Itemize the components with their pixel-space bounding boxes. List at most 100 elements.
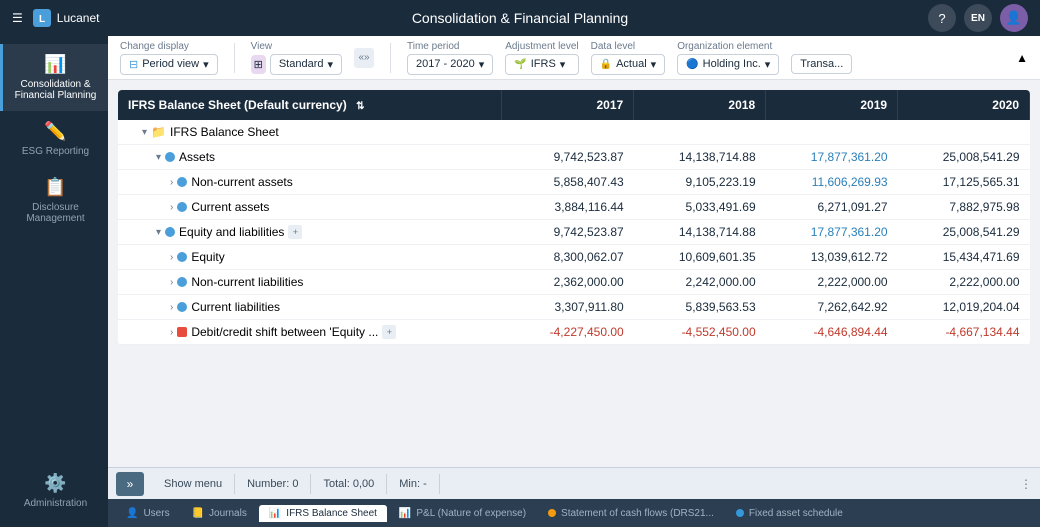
row-label-text: IFRS Balance Sheet <box>170 125 279 139</box>
header-label-text: IFRS Balance Sheet (Default currency) <box>128 98 347 112</box>
help-button[interactable]: ? <box>928 4 956 32</box>
row-label-cell: ›Non-current assets <box>118 170 502 195</box>
number-item: Number: 0 <box>235 474 311 494</box>
more-options-button[interactable]: ⋮ <box>1020 477 1032 491</box>
col-header-2019: 2019 <box>766 90 898 120</box>
layout: 📊 Consolidation & Financial Planning ✏️ … <box>0 36 1040 527</box>
expand-chevron[interactable]: › <box>170 177 173 188</box>
folder-icon: 📁 <box>151 125 166 139</box>
sidebar-item-esg[interactable]: ✏️ ESG Reporting <box>0 111 108 167</box>
disclosure-icon: 📋 <box>44 177 66 198</box>
table-row: ›Current liabilities3,307,911.805,839,56… <box>118 295 1030 320</box>
row-value-2019: 17,877,361.20 <box>766 220 898 245</box>
user-button[interactable]: 👤 <box>1000 4 1028 32</box>
collapse-panel-button[interactable]: ▲ <box>1016 51 1028 65</box>
view-icon-button[interactable]: ⊞ <box>251 55 266 74</box>
row-value-2020: -4,667,134.44 <box>898 320 1030 345</box>
svg-text:L: L <box>39 14 45 25</box>
row-value-2017: 2,362,000.00 <box>502 270 634 295</box>
transactions-group: Transa... <box>791 41 852 74</box>
show-menu-item[interactable]: Show menu <box>152 474 235 494</box>
row-label-cell: ▾Equity and liabilities+ <box>118 220 502 245</box>
row-value-2018: 14,138,714.88 <box>634 220 766 245</box>
bottom-tab-pl-nature[interactable]: 📊P&L (Nature of expense) <box>389 505 536 522</box>
row-value-cell <box>634 120 766 145</box>
row-value-2018: -4,552,450.00 <box>634 320 766 345</box>
row-value-2019: 2,222,000.00 <box>766 270 898 295</box>
total-label: Total: <box>323 478 352 490</box>
expand-icon[interactable]: + <box>382 325 396 339</box>
row-value-2020: 15,434,471.69 <box>898 245 1030 270</box>
sidebar-item-disclosure[interactable]: 📋 Disclosure Management <box>0 167 108 234</box>
adj-level-value: IFRS <box>531 58 556 70</box>
row-label-text: Assets <box>179 150 215 164</box>
bottom-tab-cashflow[interactable]: Statement of cash flows (DRS21... <box>538 505 724 522</box>
transactions-button[interactable]: Transa... <box>791 54 852 74</box>
table-header-label: IFRS Balance Sheet (Default currency) ⇅ <box>118 90 502 120</box>
expand-chevron[interactable]: › <box>170 327 173 338</box>
bottom-tab-journals[interactable]: 📒Journals <box>182 505 257 522</box>
view-dropdown[interactable]: Standard ▾ <box>270 54 342 75</box>
menu-icon[interactable]: ☰ <box>12 11 23 25</box>
expand-chevron[interactable]: › <box>170 252 173 263</box>
row-value-2019: -4,646,894.44 <box>766 320 898 345</box>
table-area: IFRS Balance Sheet (Default currency) ⇅ … <box>108 80 1040 467</box>
period-view-dropdown[interactable]: ⊟ Period view ▾ <box>120 54 218 75</box>
bottom-tab-users[interactable]: 👤Users <box>116 505 180 522</box>
org-element-group: Organization element 🔵 Holding Inc. ▾ <box>677 41 779 75</box>
blue-status-dot <box>177 252 187 262</box>
data-level-icon: 🔒 <box>600 59 612 70</box>
collapse-chevron[interactable]: ▾ <box>156 152 161 163</box>
topbar-actions: ? EN 👤 <box>928 4 1028 32</box>
col-header-2017: 2017 <box>502 90 634 120</box>
expand-button[interactable]: » <box>116 472 144 496</box>
transactions-label <box>791 41 852 52</box>
row-label-text: Current liabilities <box>191 300 280 314</box>
time-period-dropdown[interactable]: 2017 - 2020 ▾ <box>407 54 493 75</box>
consolidation-icon: 📊 <box>44 54 66 75</box>
blue-status-dot <box>177 302 187 312</box>
filter-icon[interactable]: ⇅ <box>356 101 364 112</box>
language-button[interactable]: EN <box>964 4 992 32</box>
admin-icon: ⚙️ <box>44 473 66 494</box>
row-value-cell <box>898 120 1030 145</box>
blue-status-dot <box>165 152 175 162</box>
table-icon: 📊 <box>269 508 281 519</box>
bottom-tab-fixed-asset[interactable]: Fixed asset schedule <box>726 505 853 522</box>
row-label-text: Debit/credit shift between 'Equity ... <box>191 325 378 339</box>
adj-level-dropdown[interactable]: 🌱 IFRS ▾ <box>505 54 578 75</box>
sidebar-item-consolidation[interactable]: 📊 Consolidation & Financial Planning <box>0 44 108 111</box>
row-value-2018: 5,839,563.53 <box>634 295 766 320</box>
table-row: ›Non-current assets5,858,407.439,105,223… <box>118 170 1030 195</box>
org-element-dropdown[interactable]: 🔵 Holding Inc. ▾ <box>677 54 779 75</box>
table-header-row: IFRS Balance Sheet (Default currency) ⇅ … <box>118 90 1030 120</box>
sidebar-item-label: Administration <box>24 498 87 509</box>
topbar: ☰ L Lucanet Consolidation & Financial Pl… <box>0 0 1040 36</box>
expand-chevron[interactable]: › <box>170 302 173 313</box>
row-value-cell <box>766 120 898 145</box>
expand-chevron[interactable]: › <box>170 277 173 288</box>
row-value-2019: 11,606,269.93 <box>766 170 898 195</box>
expand-chevron[interactable]: › <box>170 202 173 213</box>
row-value-2020: 17,125,565.31 <box>898 170 1030 195</box>
collapse-button[interactable]: «» <box>354 48 374 68</box>
row-label-text: Equity <box>191 250 224 264</box>
row-value-2017: 9,742,523.87 <box>502 145 634 170</box>
row-label-text: Non-current liabilities <box>191 275 303 289</box>
bottom-tab-ifrs-balance[interactable]: 📊IFRS Balance Sheet <box>259 505 387 522</box>
collapse-chevron[interactable]: ▾ <box>156 227 161 238</box>
data-level-dropdown[interactable]: 🔒 Actual ▾ <box>591 54 666 75</box>
row-value-2019: 6,271,091.27 <box>766 195 898 220</box>
esg-icon: ✏️ <box>44 121 66 142</box>
org-element-value: Holding Inc. <box>703 58 761 70</box>
collapse-chevron[interactable]: ▾ <box>142 127 147 138</box>
table-row: › Debit/credit shift between 'Equity ... +… <box>118 320 1030 345</box>
row-value-2019: 17,877,361.20 <box>766 145 898 170</box>
org-element-label: Organization element <box>677 41 779 52</box>
sidebar-item-admin[interactable]: ⚙️ Administration <box>0 463 108 519</box>
chevron-down-icon: ▾ <box>203 58 209 71</box>
expand-icon[interactable]: + <box>288 225 302 239</box>
row-value-2018: 2,242,000.00 <box>634 270 766 295</box>
sidebar: 📊 Consolidation & Financial Planning ✏️ … <box>0 36 108 527</box>
bottom-tabs: 👤Users📒Journals📊IFRS Balance Sheet📊P&L (… <box>108 499 1040 527</box>
